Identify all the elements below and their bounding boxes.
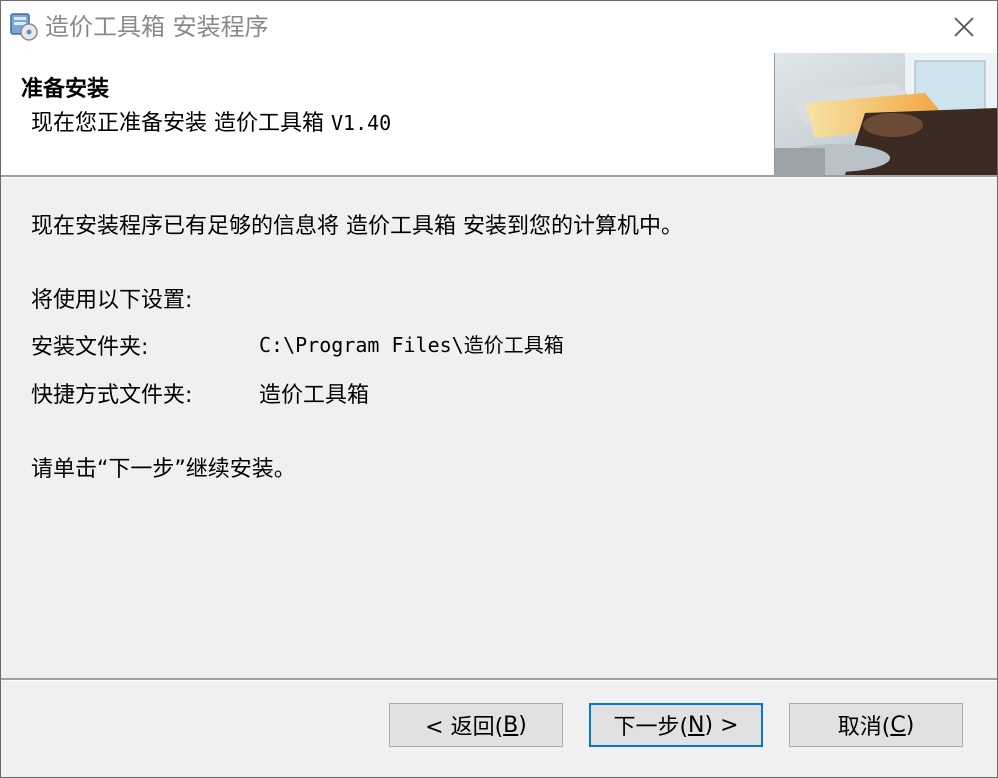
title-bar[interactable]: 造价工具箱 安装程序 [1,1,997,53]
cancel-button-label-end: ) [905,712,915,738]
continue-instruction: 请单击“下一步”继续安装。 [31,457,296,482]
ready-info-text: 现在安装程序已有足够的信息将 造价工具箱 安装到您的计算机中。 [31,214,683,239]
footer-divider [1,678,997,681]
close-icon [954,17,974,37]
installer-window: 造价工具箱 安装程序 准备安装 现在您正准备安装 造价工具箱 V1.40 现在安… [0,0,998,778]
installer-app-icon [9,11,39,41]
shortcut-folder-label: 快捷方式文件夹: [31,383,193,408]
back-button-label: < 返回( [425,715,504,740]
cancel-button[interactable]: 取消(C) [789,703,963,747]
shortcut-folder-value: 造价工具箱 [259,383,370,408]
page-subtitle: 现在您正准备安装 造价工具箱 V1.40 [31,105,391,137]
install-folder-value: C:\Program Files\造价工具箱 [259,329,564,358]
back-button-key: B [503,712,519,738]
cancel-button-label: 取消( [837,715,891,740]
install-folder-path: C:\Program Files\造价工具箱 [259,333,564,357]
page-title: 准备安装 [21,77,110,102]
header-divider [1,175,997,178]
install-folder-label: 安装文件夹: [31,335,149,360]
back-button-label-end: ) [518,712,527,738]
window-title: 造价工具箱 安装程序 [45,13,269,41]
next-button[interactable]: 下一步(N) > [589,703,763,747]
next-button-label: 下一步( [613,715,689,740]
close-button[interactable] [937,5,991,49]
header-banner-image [774,53,997,175]
cancel-button-key: C [890,712,906,738]
settings-heading: 将使用以下设置: [31,288,193,313]
next-button-key: N [688,712,705,738]
back-button[interactable]: < 返回(B) [389,703,563,747]
wizard-header: 准备安装 现在您正准备安装 造价工具箱 V1.40 [1,53,997,175]
version-label: V1.40 [331,111,392,135]
next-button-label-end: ) > [704,712,739,738]
page-subtitle-text: 现在您正准备安装 造价工具箱 [31,111,331,136]
